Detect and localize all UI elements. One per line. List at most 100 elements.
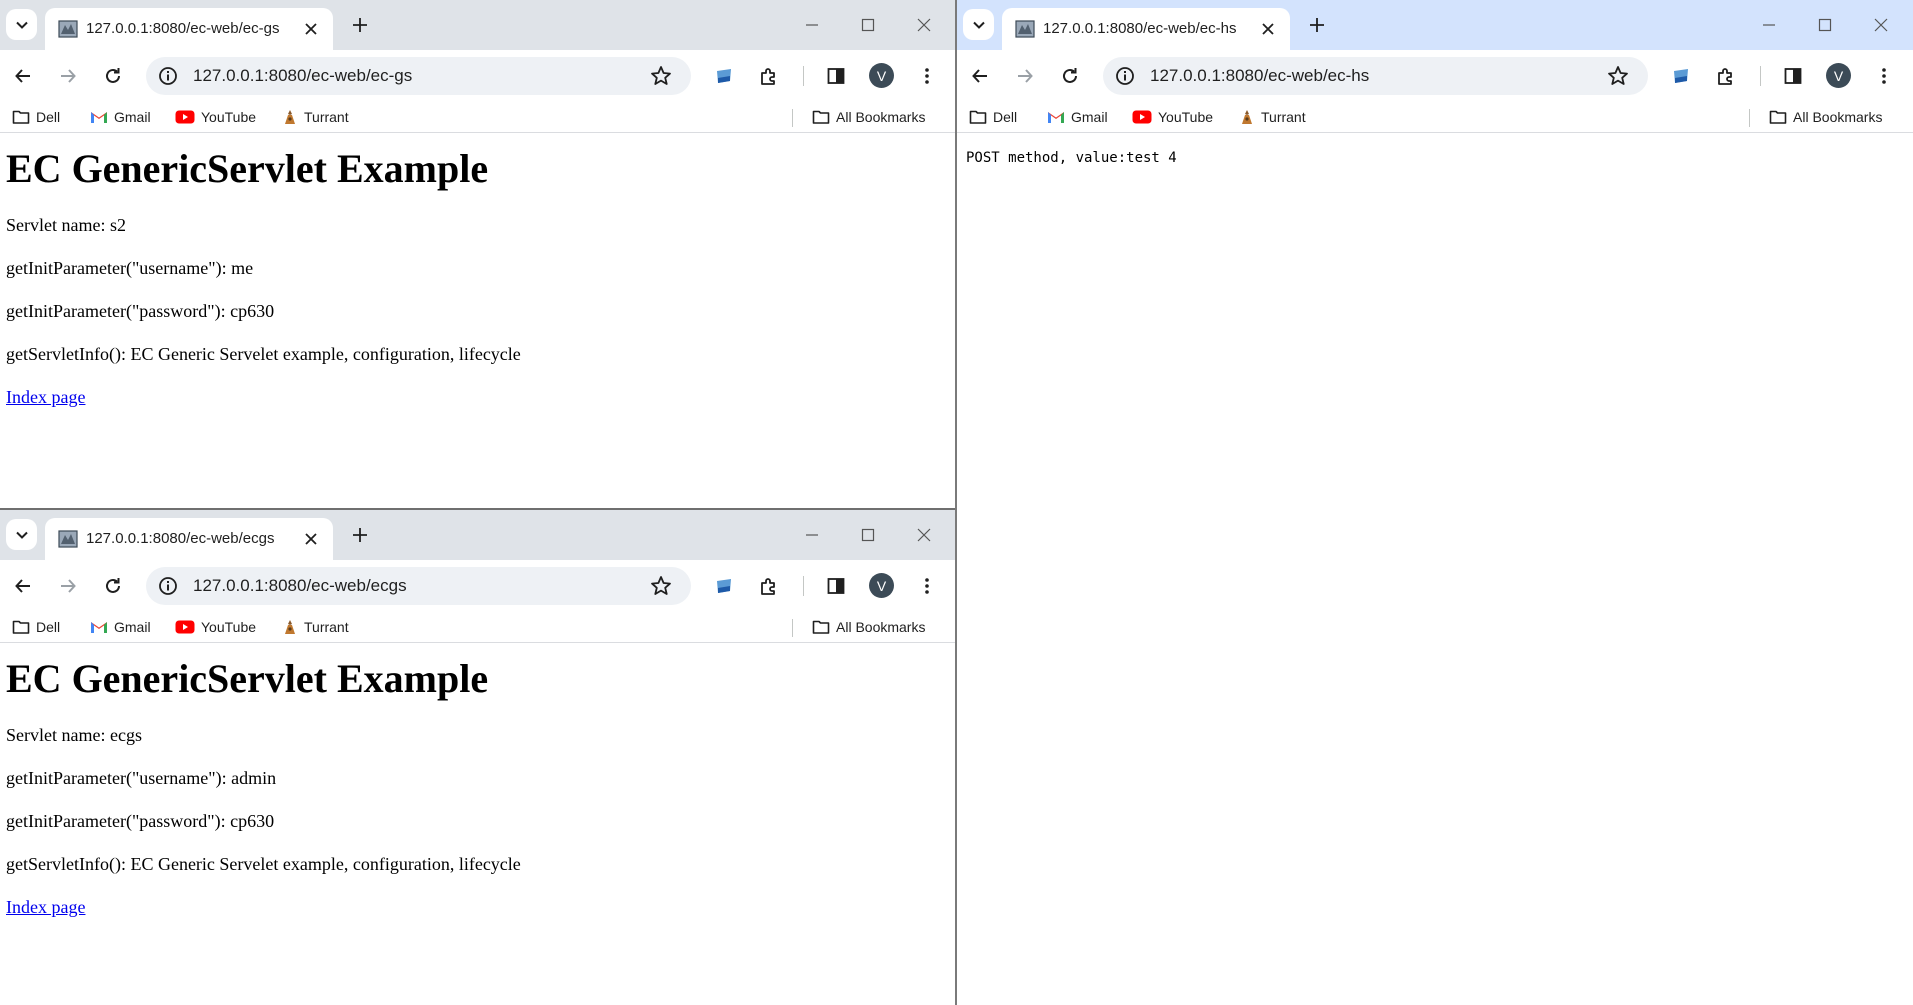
turrant-icon (285, 620, 295, 634)
bookmark-dell[interactable]: Dell (12, 616, 60, 638)
navigation-toolbar: 127.0.0.1:8080/ec-web/ec-hs V (957, 50, 1913, 102)
tab-search-button[interactable] (963, 9, 994, 40)
bookmark-youtube[interactable]: YouTube (175, 616, 256, 638)
tab-close-button[interactable] (301, 19, 321, 39)
profile-avatar[interactable]: V (869, 63, 894, 88)
minimize-button[interactable] (800, 13, 824, 37)
browser-tab[interactable]: 127.0.0.1:8080/ec-web/ec-hs (1002, 8, 1290, 50)
browser-menu-button[interactable] (1872, 64, 1896, 88)
bookmarks-bar: Dell Gmail YouTube Turrant All Bookmarks (0, 612, 955, 643)
bookmark-star-icon[interactable] (1607, 65, 1629, 87)
all-bookmarks-button[interactable]: All Bookmarks (812, 616, 925, 638)
bookmark-dell[interactable]: Dell (12, 106, 60, 128)
browser-tab[interactable]: 127.0.0.1:8080/ec-web/ecgs (45, 518, 333, 560)
browser-menu-button[interactable] (915, 64, 939, 88)
tab-strip: 127.0.0.1:8080/ec-web/ec-gs (0, 0, 955, 50)
all-bookmarks-button[interactable]: All Bookmarks (1769, 106, 1882, 128)
back-button[interactable] (10, 63, 36, 89)
puzzle-icon (1718, 68, 1732, 85)
bookmark-gmail[interactable]: Gmail (1047, 106, 1108, 128)
url-text[interactable]: 127.0.0.1:8080/ec-web/ecgs (193, 576, 407, 596)
bookmarks-divider (792, 109, 793, 127)
bookmark-label: Turrant (304, 109, 349, 125)
profile-avatar[interactable]: V (1826, 63, 1851, 88)
back-button[interactable] (967, 63, 993, 89)
address-bar[interactable]: 127.0.0.1:8080/ec-web/ec-hs (1103, 57, 1648, 95)
gmail-icon (91, 112, 107, 123)
new-tab-button[interactable] (348, 523, 372, 547)
index-page-link[interactable]: Index page (6, 897, 85, 917)
minimize-button[interactable] (1757, 13, 1781, 37)
tab-search-button[interactable] (6, 9, 37, 40)
bookmark-gmail[interactable]: Gmail (90, 616, 151, 638)
window-close-button[interactable] (912, 523, 936, 547)
browser-menu-button[interactable] (915, 574, 939, 598)
browser-window-ecgs: 127.0.0.1:8080/ec-web/ecgs 127.0.0.1:808… (0, 510, 955, 1005)
extensions-menu-button[interactable] (757, 64, 781, 88)
url-text[interactable]: 127.0.0.1:8080/ec-web/ec-gs (193, 66, 412, 86)
bookmark-youtube[interactable]: YouTube (1132, 106, 1213, 128)
minimize-button[interactable] (800, 523, 824, 547)
username-param-line: getInitParameter("username"): admin (6, 768, 277, 788)
side-panel-button[interactable] (1781, 64, 1805, 88)
extension-app-icon (717, 579, 731, 593)
site-info-icon[interactable] (158, 576, 178, 596)
index-page-link[interactable]: Index page (6, 387, 85, 407)
bookmark-label: Gmail (114, 619, 151, 635)
extension-button[interactable] (1669, 64, 1693, 88)
window-close-button[interactable] (1869, 13, 1893, 37)
address-bar[interactable]: 127.0.0.1:8080/ec-web/ecgs (146, 567, 691, 605)
bookmark-turrant[interactable]: Turrant (282, 616, 349, 638)
bookmark-dell[interactable]: Dell (969, 106, 1017, 128)
profile-avatar[interactable]: V (869, 573, 894, 598)
side-panel-button[interactable] (824, 574, 848, 598)
extension-button[interactable] (712, 574, 736, 598)
all-bookmarks-button[interactable]: All Bookmarks (812, 106, 925, 128)
tab-close-button[interactable] (1258, 19, 1278, 39)
maximize-button[interactable] (856, 523, 880, 547)
site-info-icon[interactable] (1115, 66, 1135, 86)
bookmark-turrant[interactable]: Turrant (1239, 106, 1306, 128)
address-bar[interactable]: 127.0.0.1:8080/ec-web/ec-gs (146, 57, 691, 95)
arrow-right-icon (1018, 69, 1033, 83)
reload-button[interactable] (1057, 63, 1083, 89)
side-panel-button[interactable] (824, 64, 848, 88)
folder-icon (969, 110, 987, 124)
password-param-line: getInitParameter("password"): cp630 (6, 811, 275, 831)
bookmark-turrant[interactable]: Turrant (282, 106, 349, 128)
youtube-icon (1132, 110, 1152, 124)
forward-button[interactable] (55, 573, 81, 599)
response-text: POST method, value:test 4 (966, 150, 1177, 166)
tab-search-button[interactable] (6, 519, 37, 550)
new-tab-button[interactable] (348, 13, 372, 37)
bookmark-gmail[interactable]: Gmail (90, 106, 151, 128)
navigation-toolbar: 127.0.0.1:8080/ec-web/ecgs V (0, 560, 955, 612)
browser-tab[interactable]: 127.0.0.1:8080/ec-web/ec-gs (45, 8, 333, 50)
site-info-icon[interactable] (158, 66, 178, 86)
bookmark-youtube[interactable]: YouTube (175, 106, 256, 128)
toolbar-divider (1760, 66, 1761, 86)
tab-close-button[interactable] (301, 529, 321, 549)
window-close-button[interactable] (912, 13, 936, 37)
extension-button[interactable] (712, 64, 736, 88)
username-param-line: getInitParameter("username"): me (6, 258, 254, 278)
servlet-name-line: Servlet name: ecgs (6, 725, 142, 745)
reload-button[interactable] (100, 573, 126, 599)
back-button[interactable] (10, 573, 36, 599)
forward-button[interactable] (1012, 63, 1038, 89)
bookmark-star-icon[interactable] (650, 65, 672, 87)
extensions-menu-button[interactable] (757, 574, 781, 598)
folder-icon (12, 110, 30, 124)
url-text[interactable]: 127.0.0.1:8080/ec-web/ec-hs (1150, 66, 1369, 86)
forward-button[interactable] (55, 63, 81, 89)
tab-title: 127.0.0.1:8080/ec-web/ecgs (86, 530, 275, 547)
navigation-toolbar: 127.0.0.1:8080/ec-web/ec-gs V (0, 50, 955, 102)
maximize-button[interactable] (1813, 13, 1837, 37)
new-tab-button[interactable] (1305, 13, 1329, 37)
minimize-icon (806, 534, 818, 536)
more-vertical-icon (925, 578, 929, 594)
reload-button[interactable] (100, 63, 126, 89)
maximize-button[interactable] (856, 13, 880, 37)
bookmark-star-icon[interactable] (650, 575, 672, 597)
extensions-menu-button[interactable] (1714, 64, 1738, 88)
